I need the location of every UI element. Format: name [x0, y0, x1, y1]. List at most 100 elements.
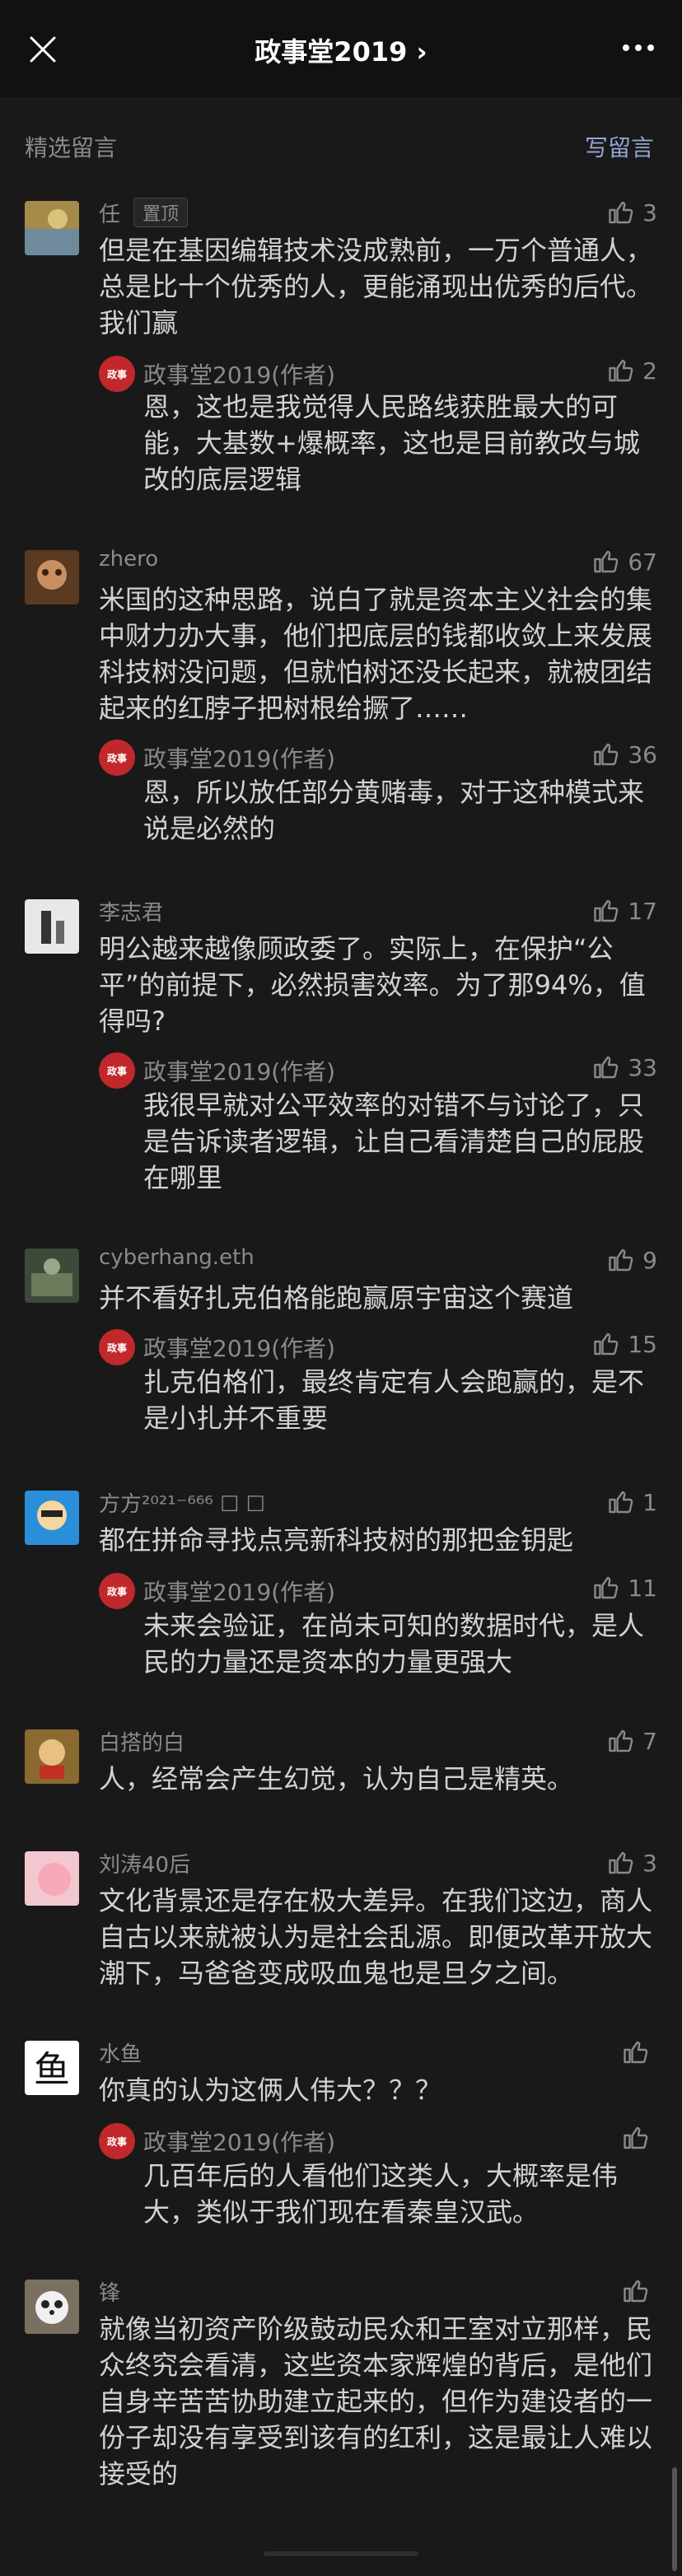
comment-item: 任置顶 3 但是在基因编辑技术没成熟前，一万个普通人，总是比十个优秀的人，更能涌…	[0, 198, 682, 511]
home-indicator	[264, 2551, 418, 2556]
author-logo: 政事	[99, 740, 135, 776]
comment-item: 白搭的白 7 人，经常会产生幻觉，认为自己是精英。	[0, 1726, 682, 1808]
like-button[interactable]: 17	[591, 896, 657, 926]
comment-author: 方方²⁰²¹⁻⁶⁶⁶ ☐ ☐	[99, 1492, 265, 1517]
write-comment-link[interactable]: 写留言	[585, 130, 654, 163]
comment-text: 米国的这种思路，说白了就是资本主义社会的集中财力办大事，他们把底层的钱都收敛上来…	[99, 584, 653, 724]
comment-item: zhero 67 米国的这种思路，说白了就是资本主义社会的集中财力办大事，他们把…	[0, 547, 682, 860]
comment-text: 并不看好扎克伯格能跑赢原宇宙这个赛道	[99, 1282, 574, 1314]
comment-author: 刘涛40后	[99, 1853, 191, 1878]
thumbs-up-icon	[594, 1576, 619, 1599]
like-count: 33	[628, 1053, 657, 1081]
reply-author: 政事堂2019(作者)	[143, 2129, 336, 2156]
svg-text:鱼: 鱼	[34, 2049, 70, 2091]
thumbs-up-icon	[594, 899, 619, 922]
section-label: 精选留言	[25, 134, 118, 161]
thumbs-up-icon	[609, 359, 633, 382]
like-count: 9	[642, 1246, 657, 1274]
avatar[interactable]: 鱼	[25, 2041, 79, 2095]
scrollbar[interactable]	[672, 2467, 677, 2571]
thumbs-up-icon	[624, 2041, 648, 2064]
comment-author: cyberhang.eth	[99, 1245, 255, 1270]
page-title[interactable]: 政事堂2019 ›	[0, 31, 682, 69]
comment-author: 水鱼	[99, 2042, 142, 2067]
comment-item: 李志君 17 明公越来越像顾政委了。实际上，在保护“公平”的前提下，必然损害效率…	[0, 896, 682, 1209]
reply-like-button[interactable]: 36	[591, 740, 657, 769]
like-count: 3	[642, 1849, 657, 1877]
reply-like-button[interactable]: 2	[606, 356, 657, 385]
like-button[interactable]: 9	[606, 1245, 657, 1275]
thumbs-up-icon	[594, 1332, 619, 1356]
like-count: 11	[628, 1574, 657, 1602]
thumbs-up-icon	[609, 1248, 633, 1272]
comment-author: 李志君	[99, 901, 164, 926]
comment-text: 都在拼命寻找点亮新科技树的那把金钥匙	[99, 1524, 574, 1556]
comment-text: 但是在基因编辑技术没成熟前，一万个普通人，总是比十个优秀的人，更能涌现出优秀的后…	[99, 235, 653, 338]
avatar[interactable]	[25, 2280, 79, 2334]
like-count: 67	[628, 548, 657, 576]
reply-author: 政事堂2019(作者)	[143, 1335, 336, 1362]
comment-item: 刘涛40后 3 文化背景还是存在极大差异。在我们这边，商人自古以来就被认为是社会…	[0, 1848, 682, 2004]
comment-author: 任置顶	[99, 198, 189, 228]
thumbs-up-icon	[594, 550, 619, 573]
thumbs-up-icon	[594, 743, 619, 766]
pinned-badge: 置顶	[133, 198, 189, 227]
author-logo: 政事	[99, 2123, 135, 2159]
like-button[interactable]	[621, 2037, 657, 2067]
like-button[interactable]: 3	[606, 1848, 657, 1878]
comment-author: zhero	[99, 547, 159, 572]
like-count: 1	[642, 1488, 657, 1516]
comment-item: 鱼 水鱼 你真的认为这俩人伟大？？？ 政事 政事堂2019(作者) 几百年后的人…	[0, 2037, 682, 2243]
like-count: 2	[642, 357, 657, 385]
like-button[interactable]	[621, 2276, 657, 2306]
author-logo: 政事	[99, 356, 135, 392]
reply-author: 政事堂2019(作者)	[143, 1058, 336, 1085]
reply-like-button[interactable]	[621, 2123, 657, 2153]
comment-text: 你真的认为这俩人伟大？？？	[99, 2074, 442, 2106]
thumbs-up-icon	[609, 1851, 633, 1874]
like-count: 17	[628, 897, 657, 925]
author-logo: 政事	[99, 1573, 135, 1609]
like-button[interactable]: 3	[606, 198, 657, 227]
comment-text: 文化背景还是存在极大差异。在我们这边，商人自古以来就被认为是社会乱源。即便改革开…	[99, 1885, 653, 1989]
comment-text: 就像当初资产阶级鼓动民众和王室对立那样，民众终究会看清，这些资本家辉煌的背后，是…	[99, 2313, 653, 2490]
thumbs-up-icon	[594, 1056, 619, 1079]
avatar[interactable]	[25, 899, 79, 954]
reply-like-button[interactable]: 11	[591, 1573, 657, 1603]
comment-item: cyberhang.eth 9 并不看好扎克伯格能跑赢原宇宙这个赛道 政事 政事…	[0, 1245, 682, 1451]
like-count: 3	[642, 198, 657, 226]
like-count: 15	[628, 1330, 657, 1358]
more-icon[interactable]	[619, 33, 657, 63]
thumbs-up-icon	[609, 1491, 633, 1514]
reply-like-button[interactable]: 15	[591, 1329, 657, 1359]
avatar[interactable]	[25, 1851, 79, 1906]
comment-author: 白搭的白	[99, 1731, 185, 1756]
comment-item: 方方²⁰²¹⁻⁶⁶⁶ ☐ ☐ 1 都在拼命寻找点亮新科技树的那把金钥匙 政事 政…	[0, 1487, 682, 1693]
avatar[interactable]	[25, 1248, 79, 1303]
thumbs-up-icon	[609, 1729, 633, 1752]
avatar[interactable]	[25, 201, 79, 255]
comment-text: 人，经常会产生幻觉，认为自己是精英。	[99, 1763, 574, 1794]
like-button[interactable]: 1	[606, 1487, 657, 1517]
thumbs-up-icon	[624, 2126, 648, 2149]
avatar[interactable]	[25, 1491, 79, 1545]
reply-like-button[interactable]: 33	[591, 1052, 657, 1082]
comment-text: 明公越来越像顾政委了。实际上，在保护“公平”的前提下，必然损害效率。为了那94%…	[99, 933, 646, 1037]
like-button[interactable]: 7	[606, 1726, 657, 1756]
reply-text: 未来会验证，在尚未可知的数据时代，是人民的力量还是资本的力量更强大	[143, 1610, 645, 1678]
top-nav-bar: 政事堂2019 ›	[0, 0, 682, 97]
reply-text: 扎克伯格们，最终肯定有人会跑赢的，是不是小扎并不重要	[143, 1366, 645, 1434]
thumbs-up-icon	[624, 2280, 648, 2303]
reply-author: 政事堂2019(作者)	[143, 1579, 336, 1606]
reply-text: 几百年后的人看他们这类人，大概率是伟大，类似于我们现在看秦皇汉武。	[143, 2160, 619, 2228]
reply-author: 政事堂2019(作者)	[143, 362, 336, 389]
reply-author: 政事堂2019(作者)	[143, 745, 336, 772]
like-button[interactable]: 67	[591, 547, 657, 576]
avatar[interactable]	[25, 550, 79, 604]
like-count: 7	[642, 1727, 657, 1755]
reply-text: 恩，这也是我觉得人民路线获胜最大的可能，大基数+爆概率，这也是目前教改与城改的底…	[143, 391, 640, 495]
avatar[interactable]	[25, 1729, 79, 1784]
like-count: 36	[628, 740, 657, 768]
author-logo: 政事	[99, 1052, 135, 1089]
author-logo: 政事	[99, 1329, 135, 1365]
